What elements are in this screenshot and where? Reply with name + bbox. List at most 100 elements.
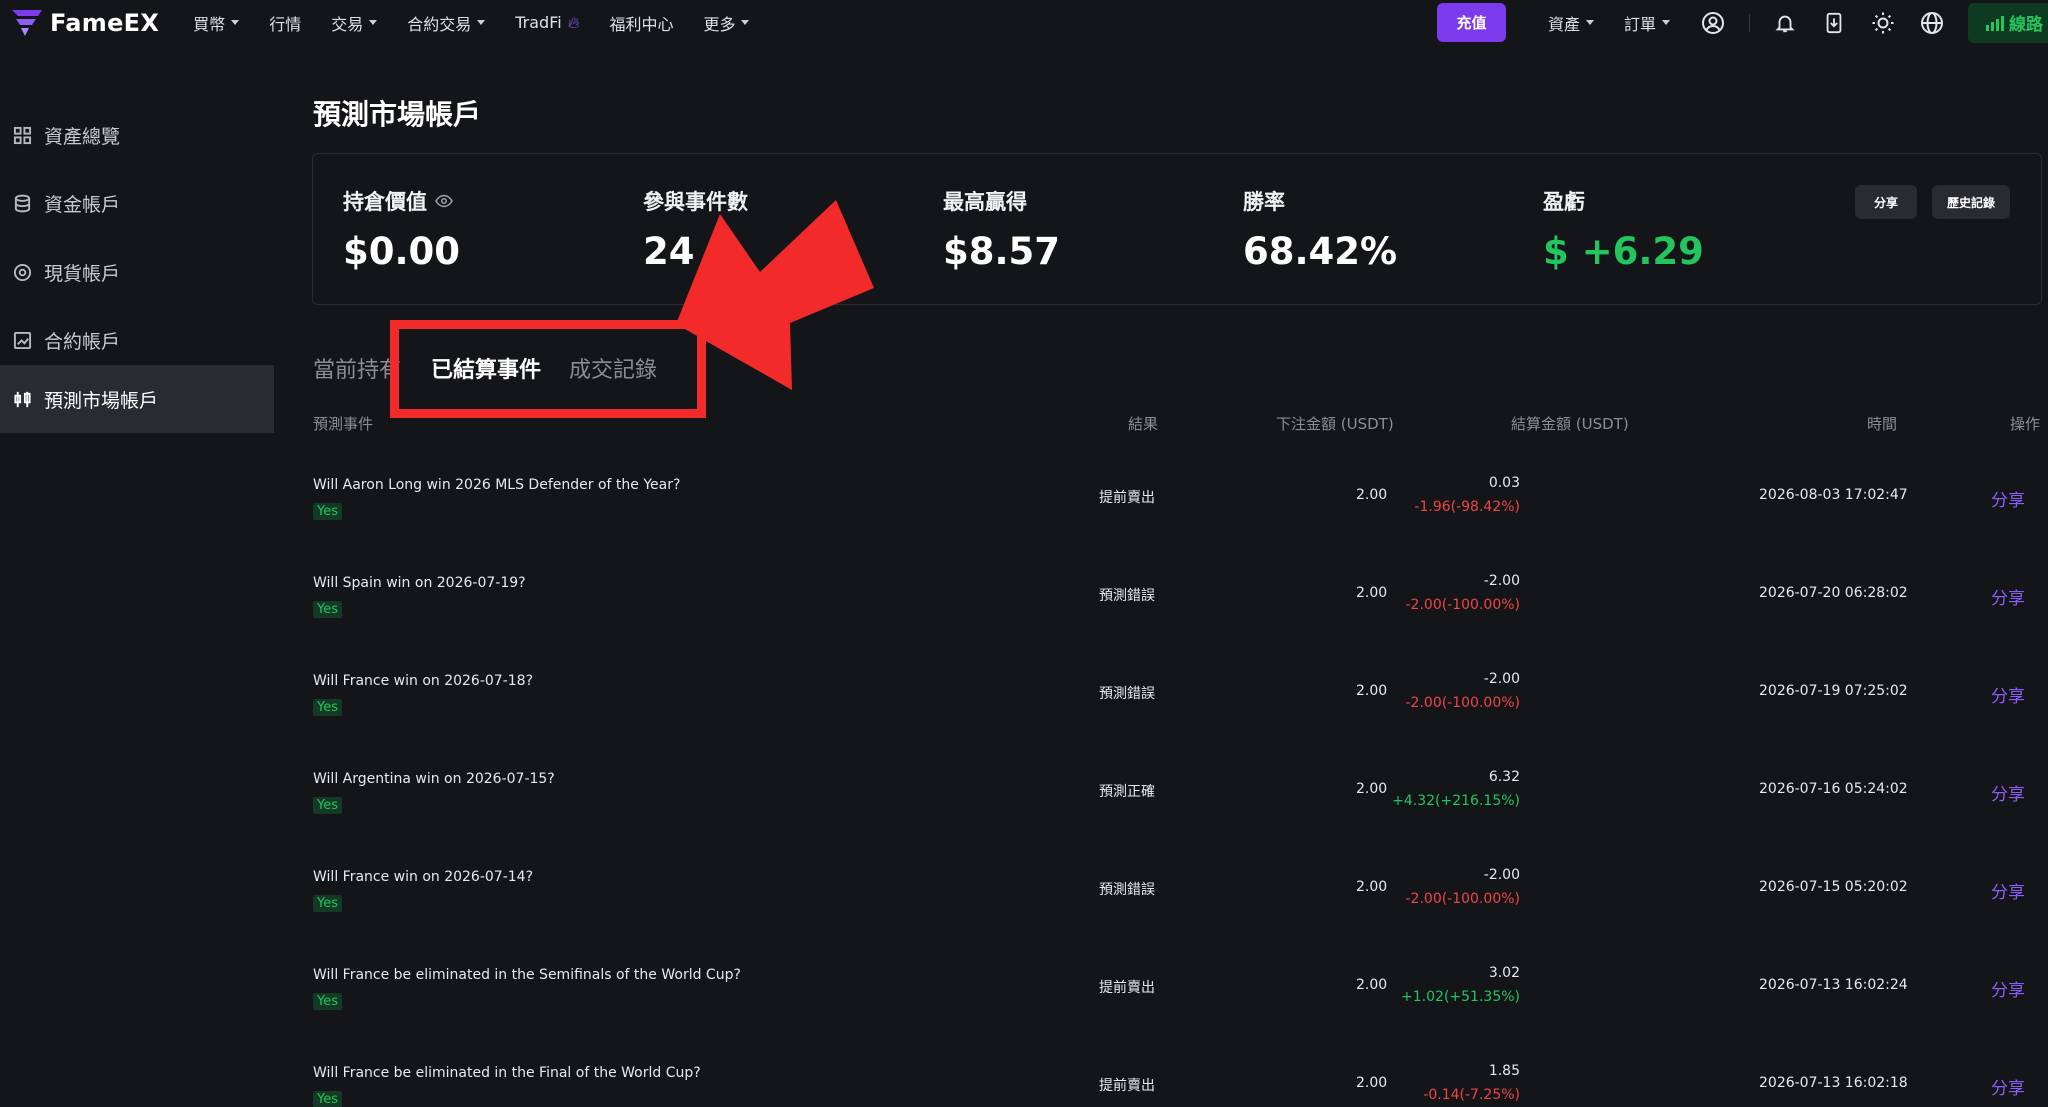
col-action: 操作 xyxy=(2010,415,2041,433)
stat-value: $0.00 xyxy=(343,230,461,273)
stat-label: 持倉價值 xyxy=(343,186,460,216)
row-share-link[interactable]: 分享 xyxy=(1991,1074,2025,1099)
stat-position-value: 持倉價值 $0.00 xyxy=(343,186,460,273)
outcome-tag: Yes xyxy=(313,503,342,520)
page-title: 預測市場帳戶 xyxy=(313,98,482,131)
history-button[interactable]: 歷史記錄 xyxy=(1932,185,2010,219)
outcome-tag: Yes xyxy=(313,797,342,814)
settle-amount: 6.32 xyxy=(1488,769,1520,785)
settle-pnl: -2.00(-100.00%) xyxy=(1405,695,1521,711)
stat-value: $ +6.29 xyxy=(1543,230,1704,273)
nav-assets[interactable]: 資產 xyxy=(1548,11,1594,35)
nav-label: 更多 xyxy=(703,14,736,34)
theme-icon[interactable] xyxy=(1870,10,1896,36)
row-share-link[interactable]: 分享 xyxy=(1991,878,2025,903)
tab-current-holdings[interactable]: 當前持有 xyxy=(313,352,401,384)
nav-label: 買幣 xyxy=(193,14,226,34)
nav-futures[interactable]: 合約交易 xyxy=(407,11,486,35)
stat-pnl: 盈虧 $ +6.29 xyxy=(1543,186,1704,273)
outcome-tag: Yes xyxy=(313,895,342,912)
signal-icon xyxy=(1986,15,2004,31)
nav-more[interactable]: 更多 xyxy=(703,11,750,35)
result-text: 預測錯誤 xyxy=(1099,588,1155,604)
row-share-link[interactable]: 分享 xyxy=(1991,486,2025,511)
event-title[interactable]: Will France be eliminated in the Final o… xyxy=(313,1065,701,1081)
time-text: 2026-08-03 17:02:47 xyxy=(1759,487,1908,503)
line-selector-button[interactable]: 線路 xyxy=(1968,2,2048,43)
caret-down-icon xyxy=(1585,20,1594,25)
sidebar-item-prediction-account[interactable]: 預測市場帳戶 xyxy=(0,365,274,433)
col-result: 結果 xyxy=(1128,415,1159,433)
row-share-link[interactable]: 分享 xyxy=(1991,584,2025,609)
sidebar-item-label: 現貨帳戶 xyxy=(44,262,121,285)
result-text: 預測正確 xyxy=(1099,784,1155,800)
target-icon xyxy=(12,262,32,282)
col-settle: 結算金額 (USDT) xyxy=(1511,415,1629,433)
settle-pnl: +4.32(+216.15%) xyxy=(1392,793,1520,809)
row-share-link[interactable]: 分享 xyxy=(1991,682,2025,707)
event-title[interactable]: Will Argentina win on 2026-07-15? xyxy=(313,771,555,787)
sidebar-item-spot-account[interactable]: 現貨帳戶 xyxy=(0,238,274,306)
result-text: 預測錯誤 xyxy=(1099,882,1155,898)
nav-buy-crypto[interactable]: 買幣 xyxy=(193,11,240,35)
nav-markets[interactable]: 行情 xyxy=(269,11,301,35)
bell-icon[interactable] xyxy=(1772,10,1798,36)
outcome-tag: Yes xyxy=(313,601,342,618)
sidebar-item-label: 合約帳戶 xyxy=(44,330,121,353)
time-text: 2026-07-20 06:28:02 xyxy=(1759,585,1908,601)
nav-label: 合約交易 xyxy=(407,14,472,34)
nav-trade[interactable]: 交易 xyxy=(331,11,378,35)
nav-rewards[interactable]: 福利中心 xyxy=(609,11,673,35)
sidebar-item-futures-account[interactable]: 合約帳戶 xyxy=(0,306,274,374)
sidebar-item-label: 資產總覽 xyxy=(44,125,121,148)
logo[interactable]: FameEX xyxy=(10,8,159,38)
caret-down-icon xyxy=(477,20,486,25)
annotation-arrow xyxy=(676,200,874,390)
sidebar-item-label: 資金帳戶 xyxy=(44,193,121,216)
sidebar-item-asset-overview[interactable]: 資產總覽 xyxy=(0,101,274,169)
time-text: 2026-07-13 16:02:18 xyxy=(1759,1075,1908,1091)
result-text: 提前賣出 xyxy=(1099,1078,1155,1094)
main-menu: 買幣 行情 交易 合約交易 TradFi 🔥︎ 福利中心 更多 xyxy=(193,11,750,35)
database-icon xyxy=(12,193,32,213)
nav-label: 行情 xyxy=(269,14,302,34)
stat-label: 最高贏得 xyxy=(943,190,1027,214)
settle-pnl: -1.96(-98.42%) xyxy=(1414,499,1520,515)
settle-amount: 3.02 xyxy=(1488,965,1520,981)
time-text: 2026-07-13 16:02:24 xyxy=(1759,977,1908,993)
nav-tradfi[interactable]: TradFi 🔥︎ xyxy=(515,13,579,33)
prediction-icon xyxy=(12,389,32,409)
grid-icon xyxy=(12,125,32,145)
deposit-button[interactable]: 充值 xyxy=(1436,3,1506,42)
user-icon[interactable] xyxy=(1700,10,1726,36)
row-share-link[interactable]: 分享 xyxy=(1991,976,2025,1001)
download-icon[interactable] xyxy=(1821,10,1847,36)
line-label: 線路 xyxy=(2009,15,2043,35)
nav-orders[interactable]: 訂單 xyxy=(1624,11,1670,35)
table-row: Will France be eliminated in the Semifin… xyxy=(313,957,2048,1055)
caret-down-icon xyxy=(369,20,378,25)
settle-amount: -2.00 xyxy=(1483,671,1520,687)
table-row: Will Spain win on 2026-07-19? Yes 預測錯誤 2.00… xyxy=(313,565,2048,663)
chart-icon xyxy=(12,330,32,350)
col-event: 預測事件 xyxy=(313,415,374,433)
stat-win-rate: 勝率 68.42% xyxy=(1243,186,1397,273)
nav-right: 充值 資產 訂單 線路 xyxy=(1436,0,2048,45)
sidebar-item-funding-account[interactable]: 資金帳戶 xyxy=(0,169,274,237)
event-title[interactable]: Will Aaron Long win 2026 MLS Defender of… xyxy=(313,477,680,493)
stat-label: 盈虧 xyxy=(1543,190,1585,214)
annotation-highlight-box xyxy=(390,320,706,418)
event-title[interactable]: Will Spain win on 2026-07-19? xyxy=(313,575,526,591)
event-title[interactable]: Will France win on 2026-07-14? xyxy=(313,869,533,885)
share-button[interactable]: 分享 xyxy=(1855,185,1917,219)
stat-max-win: 最高贏得 $8.57 xyxy=(943,186,1060,273)
nav-label: 訂單 xyxy=(1623,14,1656,34)
settle-amount: 1.85 xyxy=(1488,1063,1520,1079)
globe-icon[interactable] xyxy=(1919,10,1945,36)
event-title[interactable]: Will France win on 2026-07-18? xyxy=(313,673,533,689)
eye-icon[interactable] xyxy=(435,194,453,208)
row-share-link[interactable]: 分享 xyxy=(1991,780,2025,805)
stat-label: 勝率 xyxy=(1243,190,1285,214)
col-bet: 下注金額 (USDT) xyxy=(1276,415,1394,433)
event-title[interactable]: Will France be eliminated in the Semifin… xyxy=(313,967,741,983)
